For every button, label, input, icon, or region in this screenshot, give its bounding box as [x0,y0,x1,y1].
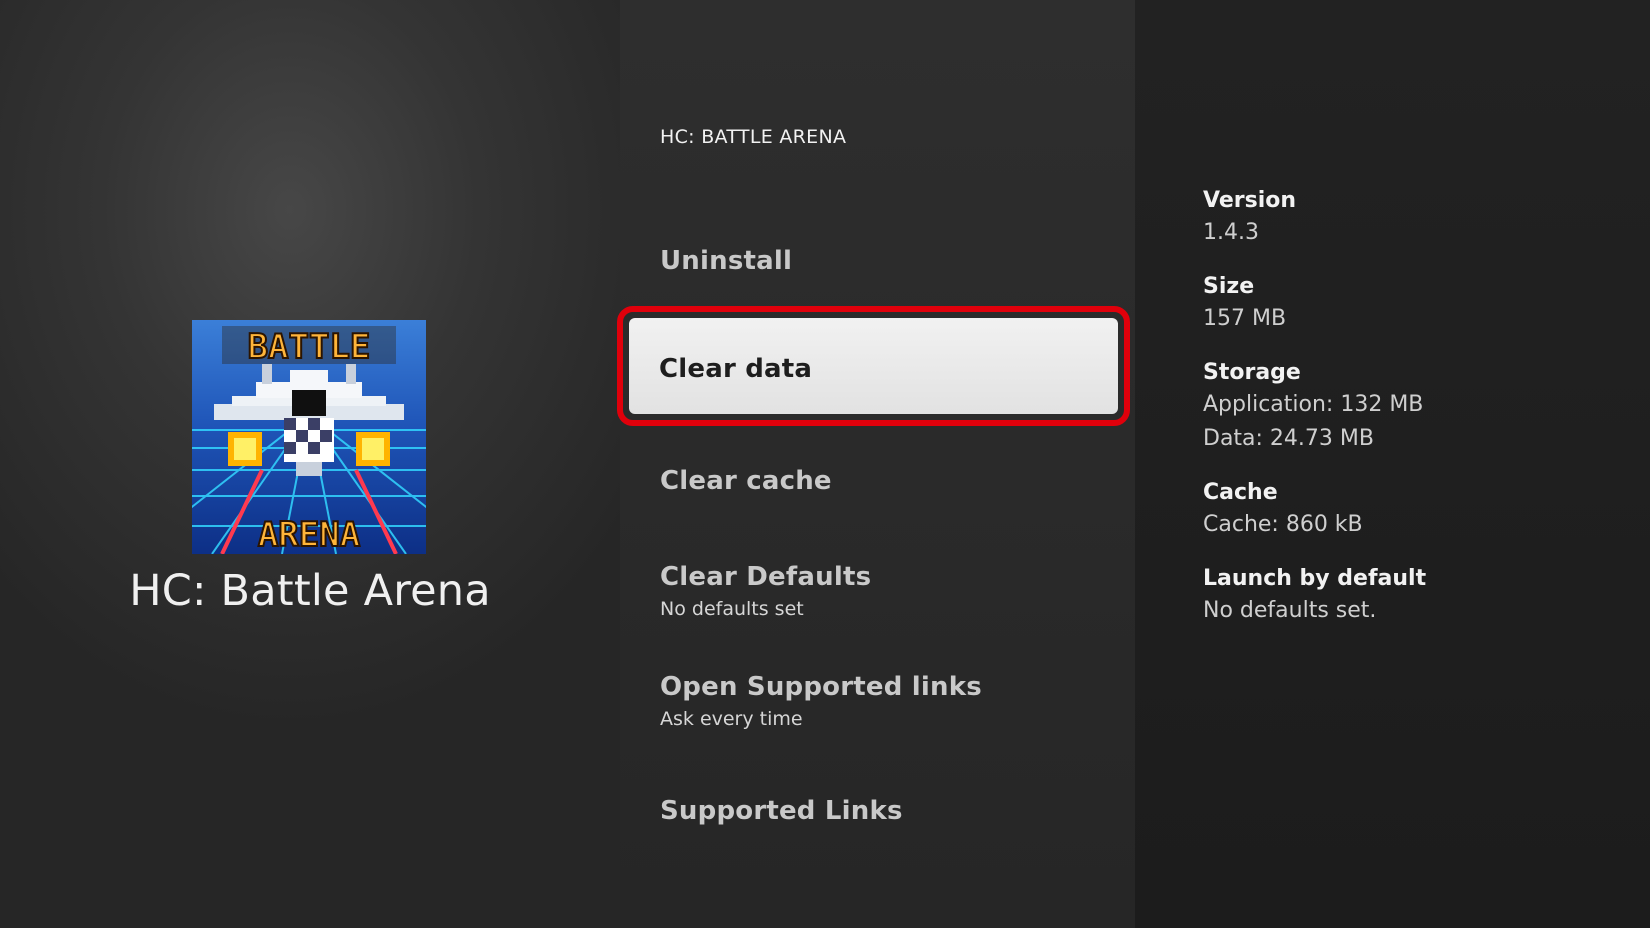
launch-by-default-heading: Launch by default [1203,566,1427,591]
app-settings-screen: BATTLE ARENA HC: Battle Arena HC: BATTLE… [0,0,1650,928]
launch-by-default-info: Launch by default No defaults set. [1203,564,1426,628]
clear-defaults-status: No defaults set [660,598,804,620]
storage-info: Storage Application: 132 MB Data: 24.73 … [1203,358,1423,456]
open-supported-links-option[interactable]: Open Supported links Ask every time [660,672,1130,730]
uninstall-option[interactable]: Uninstall [660,246,1130,276]
clear-cache-option[interactable]: Clear cache [660,466,1130,496]
clear-data-highlight: Clear data [629,318,1118,414]
size-info: Size 157 MB [1203,272,1286,336]
version-value: 1.4.3 [1203,220,1259,245]
icon-title-bottom: ARENA [258,515,360,554]
uninstall-label: Uninstall [660,246,793,276]
open-supported-links-status: Ask every time [660,708,803,730]
open-supported-links-label: Open Supported links [660,672,982,702]
cache-heading: Cache [1203,480,1278,505]
menu-header: HC: BATTLE ARENA [660,126,847,148]
icon-title-top: BATTLE [248,327,371,367]
version-info: Version 1.4.3 [1203,186,1296,250]
version-heading: Version [1203,188,1297,213]
size-heading: Size [1203,274,1255,299]
supported-links-option[interactable]: Supported Links [660,796,1130,826]
clear-defaults-label: Clear Defaults [660,562,872,592]
cache-info: Cache Cache: 860 kB [1203,478,1363,542]
app-name: HC: Battle Arena [129,566,491,616]
storage-data-value: Data: 24.73 MB [1203,426,1374,451]
clear-cache-label: Clear cache [660,466,832,496]
app-icon: BATTLE ARENA [192,320,426,554]
supported-links-label: Supported Links [660,796,903,826]
clear-data-option[interactable]: Clear data [617,306,1130,426]
launch-by-default-value: No defaults set. [1203,598,1377,623]
app-info-panel [1135,0,1650,928]
clear-data-label: Clear data [659,354,813,384]
storage-heading: Storage [1203,360,1301,385]
storage-application-value: Application: 132 MB [1203,392,1424,417]
size-value: 157 MB [1203,306,1287,331]
cache-value: Cache: 860 kB [1203,512,1363,537]
clear-defaults-option[interactable]: Clear Defaults No defaults set [660,562,1130,620]
